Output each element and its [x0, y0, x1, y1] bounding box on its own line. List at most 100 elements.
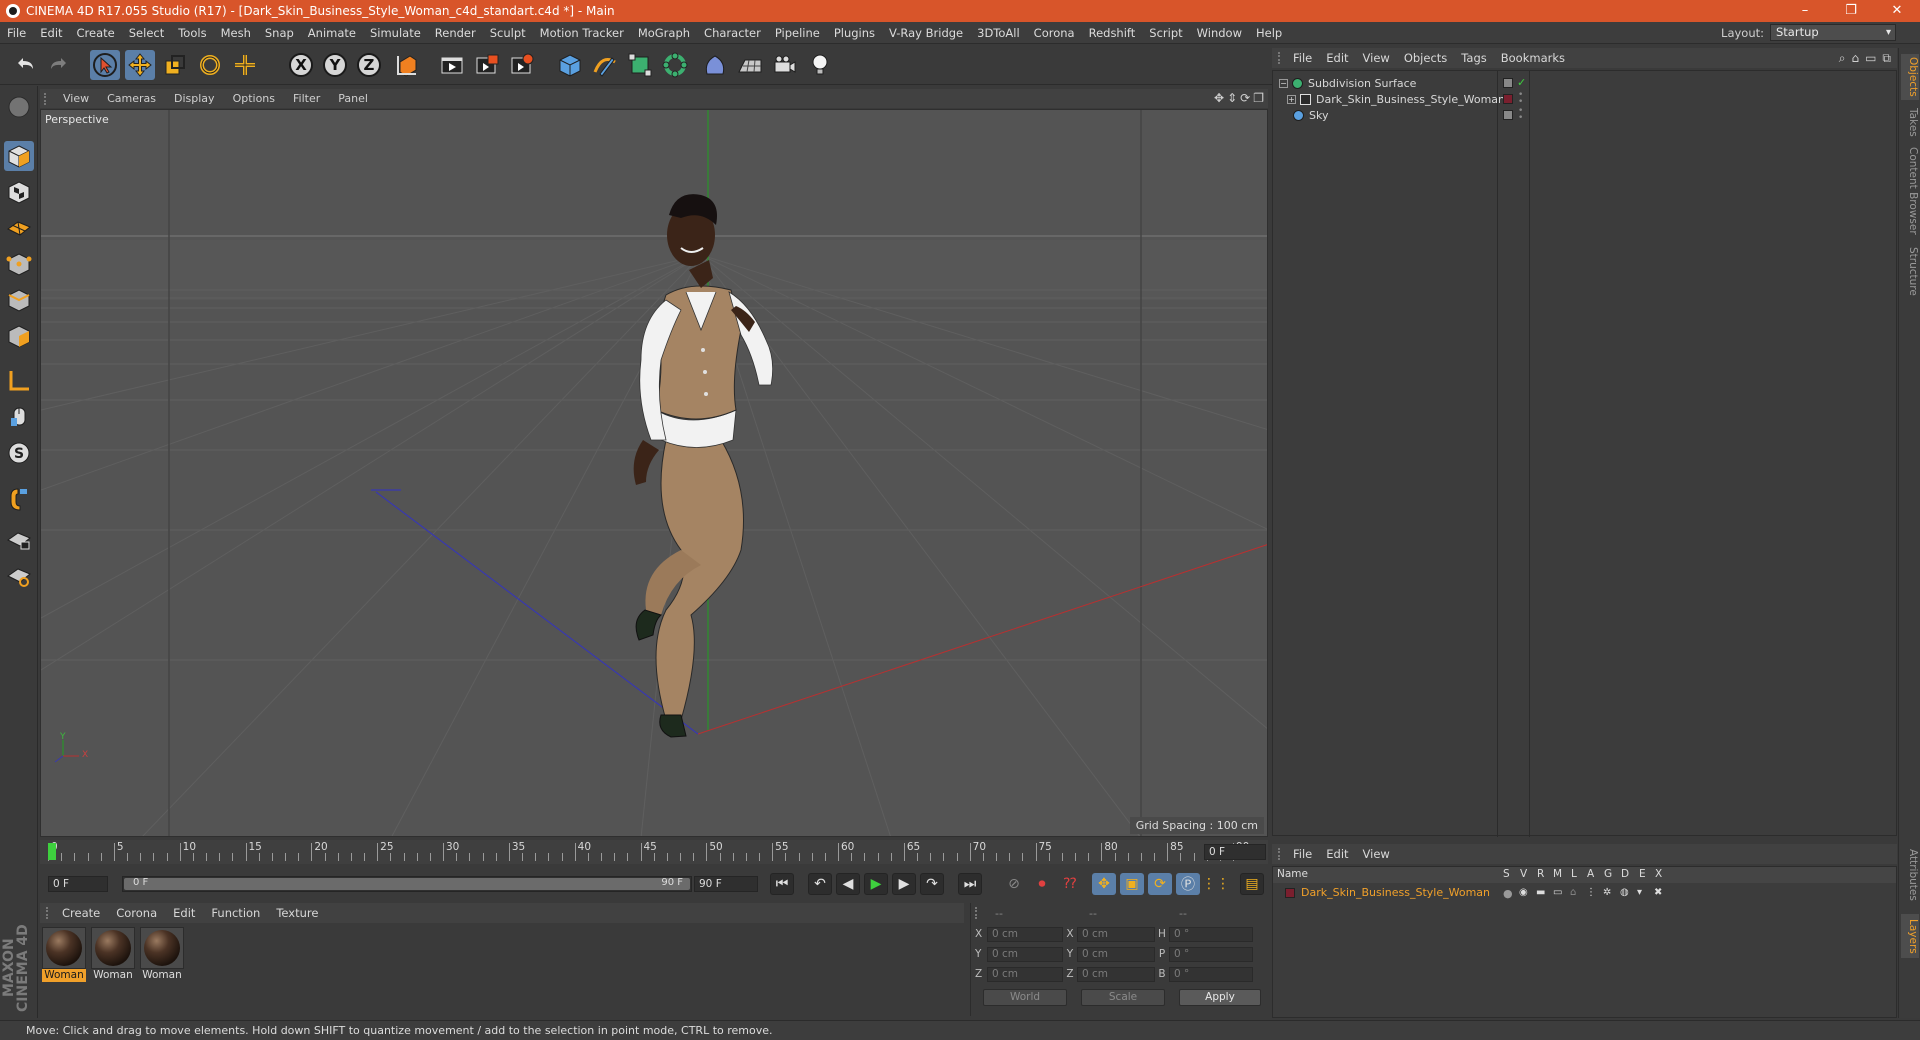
polygons-mode-icon[interactable] [4, 321, 34, 351]
home-icon[interactable]: ⌂ [1851, 51, 1859, 66]
deformer-icon[interactable] [700, 50, 730, 80]
layer-flag-locked[interactable]: L [1571, 868, 1577, 880]
grip-handle[interactable] [44, 92, 50, 105]
start-frame-field[interactable]: 0 F [48, 876, 108, 892]
object-row[interactable]: + Dark_Skin_Business_Style_Woman • • [1273, 91, 1896, 108]
next-frame-icon[interactable]: ▶ [892, 873, 916, 895]
tab-attributes[interactable]: Attributes [1901, 844, 1919, 906]
orbit-view-icon[interactable]: ⟳ [1240, 91, 1250, 105]
size-y-field[interactable]: 0 cm [1077, 946, 1155, 962]
object-menu-bookmarks[interactable]: Bookmarks [1494, 51, 1572, 65]
layer-flag-render[interactable]: R [1537, 868, 1544, 880]
collapse-toggle-icon[interactable]: − [1279, 79, 1288, 88]
menu-select[interactable]: Select [122, 26, 171, 40]
snapping-icon[interactable] [4, 484, 34, 514]
x-axis-icon[interactable]: X [286, 50, 316, 80]
key-scale-icon[interactable]: ▣ [1120, 873, 1144, 895]
playhead[interactable] [48, 843, 56, 860]
maximize-view-icon[interactable]: ❐ [1253, 91, 1264, 105]
dolly-view-icon[interactable]: ⇕ [1227, 91, 1237, 105]
pen-icon[interactable] [590, 50, 620, 80]
material-menu-corona[interactable]: Corona [108, 906, 165, 920]
menu-tools[interactable]: Tools [171, 26, 213, 40]
layer-flag-solo[interactable]: S [1503, 868, 1510, 880]
cube-icon[interactable] [555, 50, 585, 80]
grid-lock-icon[interactable] [4, 524, 34, 554]
edges-mode-icon[interactable] [4, 285, 34, 315]
previous-frame-icon[interactable]: ◀ [836, 873, 860, 895]
menu-animate[interactable]: Animate [301, 26, 363, 40]
deformer-toggle-icon[interactable]: ◍ [1620, 887, 1629, 898]
object-menu-edit[interactable]: Edit [1319, 51, 1355, 65]
tab-takes[interactable]: Takes [1901, 106, 1919, 138]
object-menu-view[interactable]: View [1356, 51, 1397, 65]
layer-menu-file[interactable]: File [1286, 847, 1319, 861]
menu-help[interactable]: Help [1249, 26, 1289, 40]
array-icon[interactable] [660, 50, 690, 80]
solo-toggle-icon[interactable]: ● [1503, 887, 1513, 900]
layer-flag-xref[interactable]: X [1655, 868, 1662, 880]
manager-toggle-icon[interactable]: ▭ [1553, 887, 1562, 898]
rotation-p-field[interactable]: 0 ° [1169, 946, 1253, 962]
menu-create[interactable]: Create [70, 26, 122, 40]
tab-layers[interactable]: Layers [1901, 914, 1919, 958]
position-x-field[interactable]: 0 cm [987, 926, 1063, 942]
play-icon[interactable]: ▶ [864, 873, 888, 895]
layer-menu-view[interactable]: View [1356, 847, 1397, 861]
frame-range-slider[interactable]: 0 F 90 F [122, 876, 692, 892]
viewport-menu-view[interactable]: View [54, 92, 98, 105]
layer-color-icon[interactable] [1503, 94, 1513, 104]
solo-mode-icon[interactable]: S [4, 438, 34, 468]
render-toggle-icon[interactable]: ▬ [1536, 887, 1545, 898]
menu-snap[interactable]: Snap [258, 26, 301, 40]
grip-handle[interactable] [1278, 52, 1284, 64]
floor-icon[interactable] [735, 50, 765, 80]
material-menu-texture[interactable]: Texture [268, 906, 326, 920]
menu-character[interactable]: Character [697, 26, 768, 40]
keyframe-selection-icon[interactable]: ⊘ [1002, 873, 1026, 895]
visible-eye-icon[interactable]: ◉ [1519, 887, 1528, 898]
timeline-ruler[interactable]: 051015202530354045505560657075808590 0 F [40, 840, 1268, 864]
viewport-menu-panel[interactable]: Panel [329, 92, 377, 105]
animation-toggle-icon[interactable]: ⋮ [1586, 887, 1596, 898]
y-axis-icon[interactable]: Y [320, 50, 350, 80]
key-parameter-icon[interactable]: Ⓟ [1176, 873, 1200, 895]
rotate-icon[interactable] [195, 50, 225, 80]
material-swatch[interactable]: Woman [140, 927, 184, 983]
visibility-dots-icon[interactable]: • • [1518, 107, 1523, 123]
material-menu-edit[interactable]: Edit [165, 906, 203, 920]
size-x-field[interactable]: 0 cm [1077, 926, 1155, 942]
scale-icon[interactable] [160, 50, 190, 80]
menu-vray-bridge[interactable]: V-Ray Bridge [882, 26, 970, 40]
position-z-field[interactable]: 0 cm [987, 966, 1063, 982]
record-active-icon[interactable]: ⏺ [1030, 873, 1054, 895]
layer-menu-edit[interactable]: Edit [1319, 847, 1355, 861]
visibility-dots-icon[interactable]: • • [1518, 91, 1523, 107]
tweak-mode-icon[interactable] [4, 402, 34, 432]
end-frame-field[interactable]: 90 F [694, 876, 758, 892]
world-dropdown[interactable]: World [983, 989, 1067, 1006]
restore-button[interactable]: ❐ [1828, 0, 1874, 22]
tab-objects[interactable]: Objects [1901, 54, 1919, 100]
menu-redshift[interactable]: Redshift [1082, 26, 1143, 40]
subdivision-icon[interactable] [625, 50, 655, 80]
enabled-check-icon[interactable]: ✓ [1517, 76, 1526, 89]
minimize-button[interactable]: – [1782, 0, 1828, 22]
menu-plugins[interactable]: Plugins [827, 26, 882, 40]
layer-flag-manager[interactable]: M [1553, 868, 1562, 880]
light-icon[interactable] [805, 50, 835, 80]
layer-row[interactable]: Dark_Skin_Business_Style_Woman ● ◉ ▬ ▭ ⌂… [1273, 885, 1896, 901]
timeline-current-frame[interactable]: 0 F [1204, 844, 1266, 860]
apply-button[interactable]: Apply [1179, 989, 1261, 1006]
collapse-icon[interactable]: ▭ [1865, 51, 1876, 66]
live-selection-icon[interactable] [230, 50, 260, 80]
points-mode-icon[interactable] [4, 249, 34, 279]
layout-dropdown[interactable]: Startup [1770, 24, 1896, 41]
scale-dropdown[interactable]: Scale [1081, 989, 1165, 1006]
viewport-menu-filter[interactable]: Filter [284, 92, 329, 105]
menu-motion-tracker[interactable]: Motion Tracker [533, 26, 631, 40]
workplane-icon[interactable] [4, 211, 34, 241]
render-settings-icon[interactable] [507, 50, 537, 80]
key-rotation-icon[interactable]: ⟳ [1148, 873, 1172, 895]
coordinate-system-icon[interactable] [392, 50, 422, 80]
